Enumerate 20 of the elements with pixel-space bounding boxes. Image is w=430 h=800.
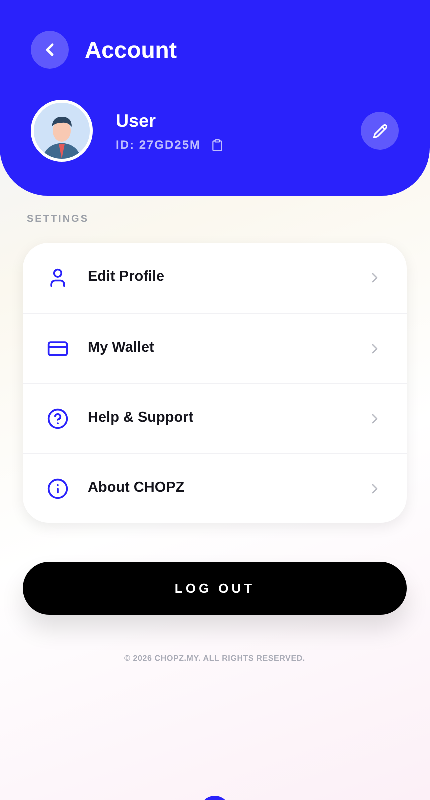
logout-button[interactable]: LOG OUT <box>23 562 407 615</box>
menu-item[interactable]: Edit Profile <box>23 243 407 313</box>
page-title: Account <box>85 36 177 65</box>
copyright-text: © 2026 CHOPZ.MY. ALL RIGHTS RESERVED. <box>124 653 306 665</box>
menu-label: Edit Profile <box>88 268 166 288</box>
info-icon <box>47 478 69 500</box>
menu-label: About CHOPZ <box>88 478 186 498</box>
menu-item[interactable]: My Wallet <box>23 313 407 383</box>
menu-label: My Wallet <box>88 338 156 358</box>
menu-label: Help & Support <box>88 408 195 428</box>
pencil-icon <box>372 124 388 138</box>
user-id: ID: 27GD25M <box>116 137 202 154</box>
menu-item[interactable]: Help & Support <box>23 383 407 453</box>
section-label: SETTINGS <box>27 213 90 227</box>
menu-item[interactable]: About CHOPZ <box>23 453 407 523</box>
back-button[interactable] <box>31 31 69 69</box>
question-icon <box>47 408 69 430</box>
user-name: User <box>116 110 158 133</box>
edit-button[interactable] <box>361 112 399 150</box>
copy-icon[interactable] <box>211 138 224 152</box>
